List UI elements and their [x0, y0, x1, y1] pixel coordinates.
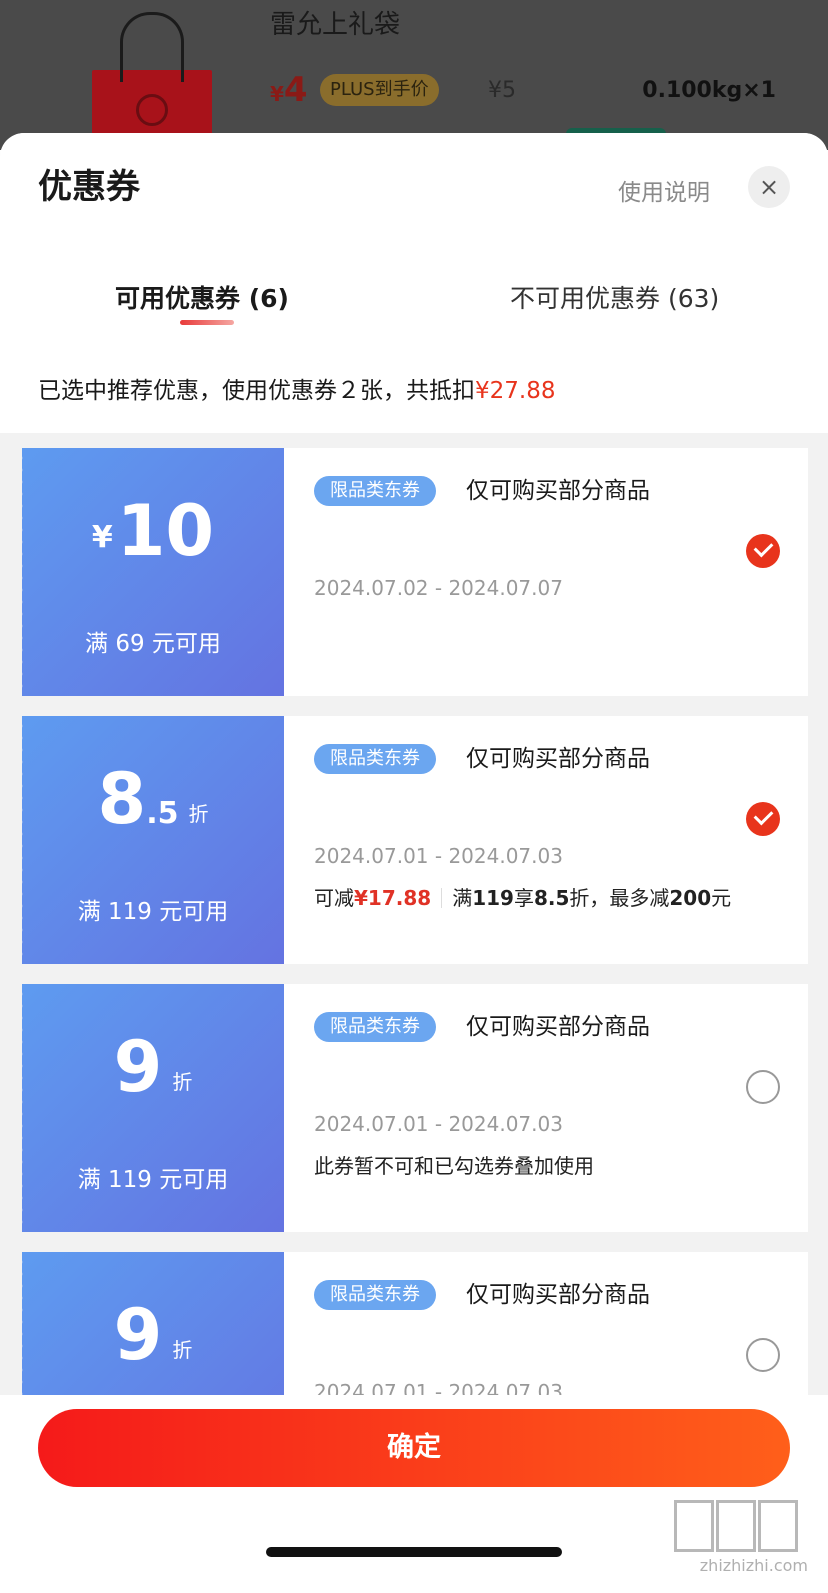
coupon-value: 9折 — [113, 1026, 193, 1108]
tab-unavailable-coupons[interactable]: 不可用优惠券 (63) — [510, 279, 719, 315]
coupon-scope: 仅可购买部分商品 — [466, 746, 650, 772]
coupon-value: 8.5 折 — [97, 758, 209, 840]
sheet-header: 优惠券 使用说明 × 可用优惠券 (6) 不可用优惠券 (63) 已选中推荐优惠… — [0, 133, 828, 433]
coupon-scope: 仅可购买部分商品 — [466, 1014, 650, 1040]
watermark-logo — [674, 1500, 806, 1554]
coupon-scope: 仅可购买部分商品 — [466, 1282, 650, 1308]
coupon-threshold: 满 69 元可用 — [85, 631, 221, 657]
coupon-validity: 2024.07.01 - 2024.07.03 — [314, 1112, 563, 1136]
coupon-threshold: 满 119 元可用 — [77, 899, 229, 925]
background-product-card: 雷允上礼袋 ¥4 PLUS到手价 ¥5 0.100kg×1 — [0, 0, 828, 150]
coupon-value: ¥10 — [91, 490, 215, 572]
coupon-scope: 仅可购买部分商品 — [466, 478, 650, 504]
coupon-threshold: 满 119 元可用 — [77, 1167, 229, 1193]
coupon-sheet: 优惠券 使用说明 × 可用优惠券 (6) 不可用优惠券 (63) 已选中推荐优惠… — [0, 133, 828, 1593]
coupon-savings-note: 可减¥17.88 满119享8.5折，最多减200元 — [314, 886, 732, 910]
coupon-value-panel: 8.5 折 满 119 元可用 — [17, 716, 284, 964]
coupon-card[interactable]: 9折 满 119 元可用 限品类东券 仅可购买部分商品 2024.07.01 -… — [17, 984, 808, 1232]
coupon-type-tag: 限品类东券 — [314, 476, 436, 506]
checked-icon[interactable] — [746, 802, 780, 836]
coupon-value-panel: ¥10 满 69 元可用 — [17, 448, 284, 696]
coupon-value: 9折 — [113, 1294, 193, 1376]
home-indicator — [266, 1547, 562, 1557]
selection-summary: 已选中推荐优惠，使用优惠券２张，共抵扣¥27.88 — [38, 378, 556, 404]
product-name: 雷允上礼袋 — [270, 10, 401, 40]
active-tab-indicator — [180, 320, 234, 325]
plus-price-badge: PLUS到手价 — [320, 74, 439, 106]
coupon-value-panel: 9折 满 119 元可用 — [17, 984, 284, 1232]
checked-icon[interactable] — [746, 534, 780, 568]
confirm-button[interactable]: 确定 — [38, 1409, 790, 1487]
product-price: ¥4 — [270, 70, 308, 110]
coupon-type-tag: 限品类东券 — [314, 1012, 436, 1042]
coupon-card[interactable]: 8.5 折 满 119 元可用 限品类东券 仅可购买部分商品 2024.07.01… — [17, 716, 808, 964]
watermark-text: zhizhizhi.com — [699, 1556, 808, 1575]
coupon-stacking-note: 此券暂不可和已勾选券叠加使用 — [314, 1154, 594, 1178]
coupon-card[interactable]: ¥10 满 69 元可用 限品类东券 仅可购买部分商品 2024.07.02 -… — [17, 448, 808, 696]
unchecked-circle-icon[interactable] — [746, 1070, 780, 1104]
discount-total: ¥27.88 — [475, 378, 556, 404]
sheet-title: 优惠券 — [38, 167, 140, 207]
tab-available-coupons[interactable]: 可用优惠券 (6) — [115, 279, 289, 315]
coupon-type-tag: 限品类东券 — [314, 1280, 436, 1310]
usage-instructions-link[interactable]: 使用说明 — [618, 173, 710, 207]
close-icon[interactable]: × — [748, 166, 790, 208]
unchecked-circle-icon[interactable] — [746, 1338, 780, 1372]
coupon-validity: 2024.07.02 - 2024.07.07 — [314, 576, 563, 600]
original-price: ¥5 — [488, 78, 516, 103]
weight-quantity: 0.100kg×1 — [642, 78, 776, 103]
coupon-type-tag: 限品类东券 — [314, 744, 436, 774]
coupon-validity: 2024.07.01 - 2024.07.03 — [314, 844, 563, 868]
